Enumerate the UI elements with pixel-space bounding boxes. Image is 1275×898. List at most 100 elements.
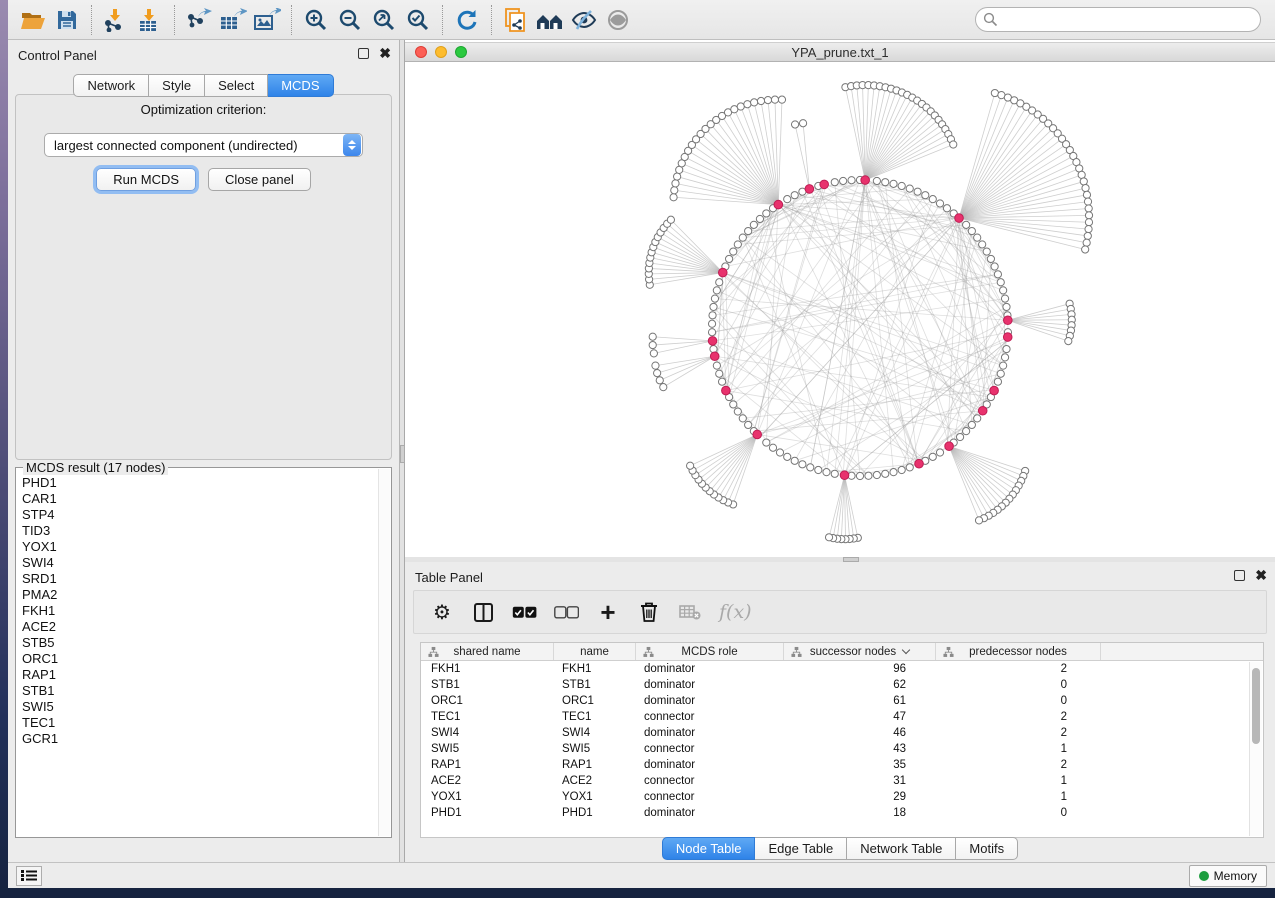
mcds-result-item[interactable]: SWI4 bbox=[22, 555, 377, 571]
table-cell: YOX1 bbox=[554, 791, 636, 803]
table-panel: Table Panel ✖ ⚙ + f(x) bbox=[405, 562, 1275, 862]
table-cell: dominator bbox=[636, 695, 784, 707]
run-mcds-button[interactable]: Run MCDS bbox=[96, 168, 196, 191]
mcds-result-item[interactable]: PHD1 bbox=[22, 475, 377, 491]
column-header-MCDS-role[interactable]: MCDS role bbox=[636, 643, 784, 660]
import-table-icon[interactable] bbox=[133, 5, 167, 35]
column-header-name[interactable]: name bbox=[554, 643, 636, 660]
tab-style[interactable]: Style bbox=[149, 74, 205, 97]
table-cell: YOX1 bbox=[421, 791, 554, 803]
close-panel-icon[interactable]: ✖ bbox=[379, 47, 391, 60]
task-history-button[interactable] bbox=[16, 866, 42, 886]
table-row[interactable]: SWI5SWI5connector431 bbox=[421, 741, 1263, 757]
mcds-result-item[interactable]: STB1 bbox=[22, 683, 377, 699]
table-row[interactable]: RAP1RAP1dominator352 bbox=[421, 757, 1263, 773]
mcds-result-item[interactable]: RAP1 bbox=[22, 667, 377, 683]
mcds-result-box: MCDS result (17 nodes) PHD1CAR1STP4TID3Y… bbox=[15, 467, 392, 838]
mcds-result-item[interactable]: GCR1 bbox=[22, 731, 377, 747]
table-header-row: shared namenameMCDS rolesuccessor nodesp… bbox=[421, 643, 1263, 661]
export-image-icon[interactable] bbox=[250, 5, 284, 35]
mcds-result-item[interactable]: TID3 bbox=[22, 523, 377, 539]
mcds-result-item[interactable]: TEC1 bbox=[22, 715, 377, 731]
table-cell: SWI4 bbox=[421, 727, 554, 739]
float-panel-icon[interactable] bbox=[1234, 570, 1245, 581]
node-table[interactable]: shared namenameMCDS rolesuccessor nodesp… bbox=[420, 642, 1264, 838]
table-row[interactable]: TEC1TEC1connector472 bbox=[421, 709, 1263, 725]
memory-button[interactable]: Memory bbox=[1189, 865, 1267, 887]
export-table-icon[interactable] bbox=[216, 5, 250, 35]
hide-graphics-icon[interactable] bbox=[567, 5, 601, 35]
mcds-result-item[interactable]: STP4 bbox=[22, 507, 377, 523]
clone-network-icon[interactable] bbox=[499, 5, 533, 35]
network-window-titlebar[interactable]: YPA_prune.txt_1 bbox=[405, 42, 1275, 62]
settings-gear-icon[interactable]: ⚙ bbox=[430, 600, 454, 625]
table-row[interactable]: ACE2ACE2connector311 bbox=[421, 773, 1263, 789]
network-search-input[interactable] bbox=[975, 7, 1261, 32]
control-panel-tabs: NetworkStyleSelectMCDS bbox=[8, 74, 399, 97]
search-icon bbox=[983, 12, 998, 27]
mcds-result-item[interactable]: SWI5 bbox=[22, 699, 377, 715]
mcds-result-item[interactable]: FKH1 bbox=[22, 603, 377, 619]
table-row[interactable]: SWI4SWI4dominator462 bbox=[421, 725, 1263, 741]
tab-edge-table[interactable]: Edge Table bbox=[755, 837, 847, 860]
deselect-all-icon[interactable] bbox=[554, 606, 579, 619]
show-graphics-icon[interactable] bbox=[601, 5, 635, 35]
mcds-result-list[interactable]: PHD1CAR1STP4TID3YOX1SWI4SRD1PMA2FKH1ACE2… bbox=[22, 475, 377, 835]
table-cell: FKH1 bbox=[421, 663, 554, 675]
table-row[interactable]: PHD1PHD1dominator180 bbox=[421, 805, 1263, 821]
export-network-icon[interactable] bbox=[182, 5, 216, 35]
zoom-out-icon[interactable] bbox=[333, 5, 367, 35]
refresh-icon[interactable] bbox=[450, 5, 484, 35]
mcds-result-item[interactable]: ACE2 bbox=[22, 619, 377, 635]
save-session-icon[interactable] bbox=[50, 5, 84, 35]
select-all-icon[interactable] bbox=[512, 606, 537, 619]
close-panel-button[interactable]: Close panel bbox=[208, 168, 311, 191]
mcds-result-item[interactable]: ORC1 bbox=[22, 651, 377, 667]
zoom-fit-icon[interactable] bbox=[367, 5, 401, 35]
table-cell: ORC1 bbox=[554, 695, 636, 707]
table-cell: 43 bbox=[784, 743, 936, 755]
hierarchy-icon bbox=[428, 646, 439, 661]
table-row[interactable]: YOX1YOX1connector291 bbox=[421, 789, 1263, 805]
zoom-selected-icon[interactable] bbox=[401, 5, 435, 35]
column-header-predecessor-nodes[interactable]: predecessor nodes bbox=[936, 643, 1101, 660]
mcds-result-item[interactable]: CAR1 bbox=[22, 491, 377, 507]
import-network-icon[interactable] bbox=[99, 5, 133, 35]
tab-mcds[interactable]: MCDS bbox=[268, 74, 333, 97]
mcds-result-item[interactable]: YOX1 bbox=[22, 539, 377, 555]
network-window-title: YPA_prune.txt_1 bbox=[405, 45, 1275, 60]
float-panel-icon[interactable] bbox=[358, 48, 369, 59]
scrollbar-thumb[interactable] bbox=[1252, 668, 1260, 744]
table-cell: dominator bbox=[636, 807, 784, 819]
table-scrollbar[interactable] bbox=[1249, 662, 1262, 836]
optimization-criterion-select[interactable]: largest connected component (undirected) bbox=[44, 133, 363, 157]
zoom-in-icon[interactable] bbox=[299, 5, 333, 35]
table-cell: RAP1 bbox=[421, 759, 554, 771]
table-row[interactable]: STB1STB1dominator620 bbox=[421, 677, 1263, 693]
table-row[interactable]: FKH1FKH1dominator962 bbox=[421, 661, 1263, 677]
mcds-result-item[interactable]: PMA2 bbox=[22, 587, 377, 603]
column-header-successor-nodes[interactable]: successor nodes bbox=[784, 643, 936, 660]
mcds-result-item[interactable]: SRD1 bbox=[22, 571, 377, 587]
close-panel-icon[interactable]: ✖ bbox=[1255, 569, 1267, 582]
column-header-shared-name[interactable]: shared name bbox=[421, 643, 554, 660]
delete-column-icon[interactable] bbox=[637, 602, 661, 622]
search-network-icon[interactable] bbox=[533, 5, 567, 35]
tab-motifs[interactable]: Motifs bbox=[956, 837, 1018, 860]
optimization-criterion-value: largest connected component (undirected) bbox=[54, 138, 298, 153]
tab-select[interactable]: Select bbox=[205, 74, 268, 97]
tab-network-table[interactable]: Network Table bbox=[847, 837, 956, 860]
table-row[interactable]: ORC1ORC1dominator610 bbox=[421, 693, 1263, 709]
tab-node-table[interactable]: Node Table bbox=[662, 837, 756, 860]
show-column-icon[interactable] bbox=[471, 603, 495, 622]
table-cell: 31 bbox=[784, 775, 936, 787]
toolbar-separator bbox=[491, 5, 492, 35]
tab-network[interactable]: Network bbox=[73, 74, 149, 97]
table-cell: TEC1 bbox=[554, 711, 636, 723]
network-canvas[interactable] bbox=[405, 62, 1275, 557]
list-icon bbox=[21, 869, 37, 882]
open-file-icon[interactable] bbox=[16, 5, 50, 35]
add-column-icon[interactable]: + bbox=[596, 597, 620, 628]
mcds-result-item[interactable]: STB5 bbox=[22, 635, 377, 651]
mcds-result-scrollbar[interactable] bbox=[378, 469, 390, 836]
